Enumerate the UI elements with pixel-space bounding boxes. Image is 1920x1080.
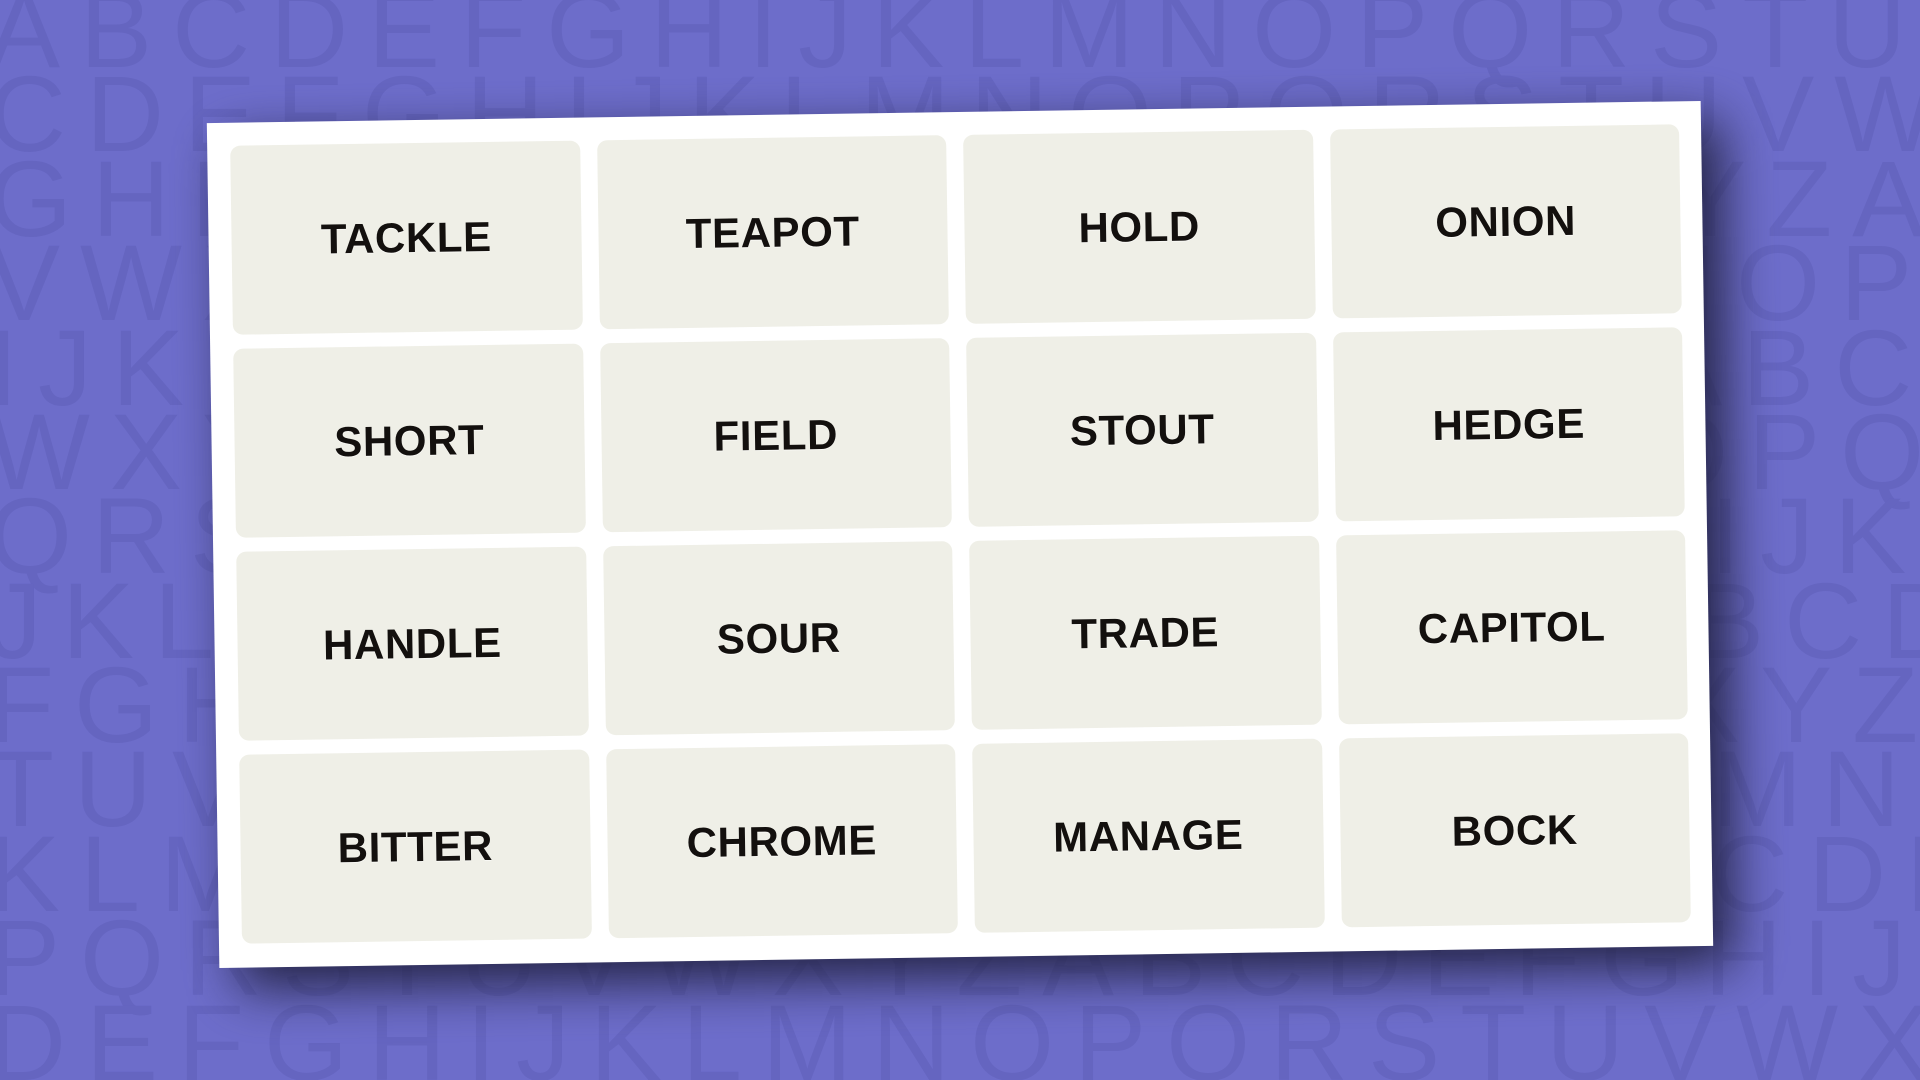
word-tile[interactable]: TRADE xyxy=(969,535,1322,730)
background-letter-row: DEFGHIJKLMNOPQRSTUVWXYZABCDEFGHIJK xyxy=(0,981,1920,1080)
word-tile-label: BOCK xyxy=(1451,805,1579,855)
word-tile[interactable]: STOUT xyxy=(966,332,1319,527)
word-tile-label: HEDGE xyxy=(1432,399,1586,449)
word-tile[interactable]: CHROME xyxy=(605,744,958,939)
word-tile-label: HANDLE xyxy=(322,618,502,668)
background-letter-row: ABCDEFGHIJKLMNOPQRSTUVWXYZABCDEFGH xyxy=(0,0,1920,90)
word-tile-label: TEAPOT xyxy=(685,206,861,257)
word-tile[interactable]: CAPITOL xyxy=(1335,530,1688,725)
word-tile-label: SOUR xyxy=(716,613,841,663)
word-tile[interactable]: ONION xyxy=(1329,124,1682,319)
word-tile[interactable]: HEDGE xyxy=(1332,327,1685,522)
word-tile-label: BITTER xyxy=(337,821,494,871)
word-tile-label: TACKLE xyxy=(320,212,493,262)
word-tile[interactable]: HANDLE xyxy=(236,546,589,741)
word-tile-label: FIELD xyxy=(713,410,839,460)
word-tile-label: STOUT xyxy=(1069,404,1215,454)
word-tile-label: CHROME xyxy=(686,815,878,866)
word-tile[interactable]: SHORT xyxy=(233,343,586,538)
word-tile[interactable]: MANAGE xyxy=(972,738,1325,933)
word-tile-label: CAPITOL xyxy=(1417,601,1606,652)
word-tile-grid: TACKLE TEAPOT HOLD ONION SHORT FIELD STOUT HEDG… xyxy=(230,124,1691,944)
word-tile[interactable]: BITTER xyxy=(239,749,592,944)
word-tile[interactable]: BOCK xyxy=(1338,733,1691,928)
word-tile-label: ONION xyxy=(1434,196,1577,246)
word-tile-label: TRADE xyxy=(1071,607,1220,657)
word-tile[interactable]: HOLD xyxy=(963,129,1316,324)
word-tile-label: HOLD xyxy=(1078,201,1201,251)
word-tile-label: MANAGE xyxy=(1052,810,1244,861)
word-tile[interactable]: TACKLE xyxy=(230,140,583,335)
word-tile-label: SHORT xyxy=(333,415,485,465)
background-letter-row: WXYZABCDEFGHIJKLMNOPQRSTUVWXYZABCD xyxy=(0,1072,1920,1080)
word-tile[interactable]: SOUR xyxy=(602,541,955,736)
puzzle-card: TACKLE TEAPOT HOLD ONION SHORT FIELD STOUT HEDG… xyxy=(206,100,1714,969)
word-tile[interactable]: FIELD xyxy=(599,338,952,533)
word-tile[interactable]: TEAPOT xyxy=(596,135,949,330)
